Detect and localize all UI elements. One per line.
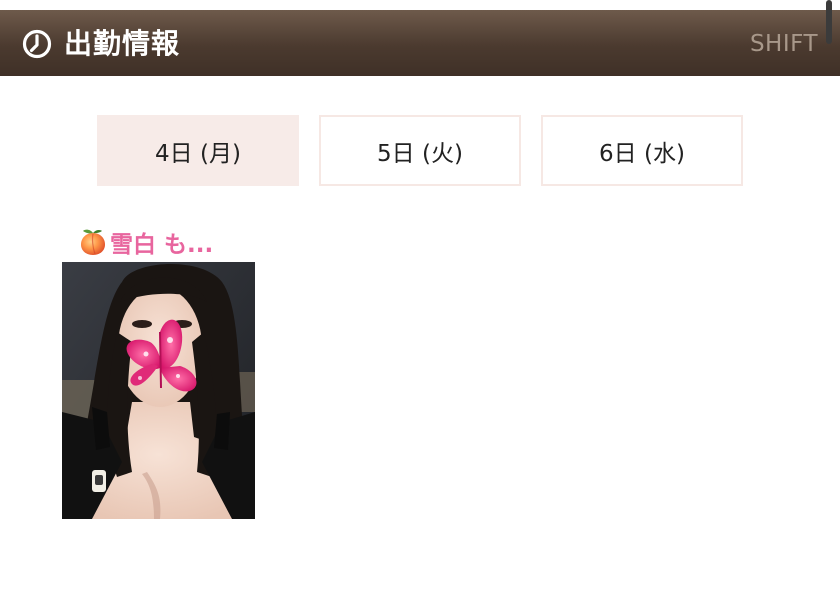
tab-day-4[interactable]: 4日 (月)	[97, 115, 299, 186]
profile-photo[interactable]	[62, 262, 255, 519]
page: 出勤情報 SHIFT 4日 (月) 5日 (火) 6日 (水) 雪白 も...	[0, 0, 840, 601]
section-subtitle: SHIFT	[749, 31, 818, 57]
peach-icon	[81, 229, 105, 255]
profile-photo-image	[62, 262, 255, 519]
tab-day-5[interactable]: 5日 (火)	[319, 115, 521, 186]
clock-icon	[22, 29, 52, 59]
scrollbar[interactable]	[826, 0, 832, 44]
section-header: 出勤情報 SHIFT	[0, 10, 840, 76]
cast-name-row[interactable]: 雪白 も...	[78, 226, 213, 258]
tab-day-6[interactable]: 6日 (水)	[541, 115, 743, 186]
top-strip	[0, 0, 840, 10]
cast-name[interactable]: 雪白 も...	[110, 225, 213, 259]
date-tabs: 4日 (月) 5日 (火) 6日 (水)	[97, 115, 743, 186]
section-title: 出勤情報	[64, 27, 181, 60]
